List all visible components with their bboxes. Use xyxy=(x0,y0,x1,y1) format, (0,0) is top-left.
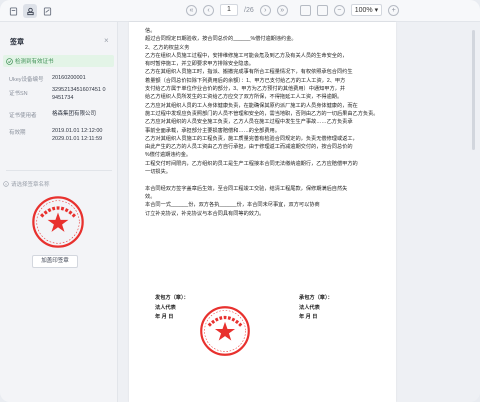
field-value-owner: 格森集团有限公司 xyxy=(52,111,97,117)
seal-sidebar: 签章 × 检测到有效证书 Ukey设备编号 20160200001 证书SN 3… xyxy=(0,22,118,402)
doc-line: 支付给乙方属于单位作业合价的部分，3、甲方为乙方预付的其他费用）中通知甲方，并 xyxy=(145,86,346,93)
vertical-scrollbar[interactable] xyxy=(472,30,475,150)
doc-line: 效。 xyxy=(145,193,156,200)
zoom-out-icon[interactable]: − xyxy=(333,4,345,16)
document-page: 信。 超过合同规定日期验收，按合同总价的______%偿付逾期违约金。 2、乙方… xyxy=(129,22,396,402)
chevron-down-icon: ▾ xyxy=(374,7,379,14)
last-page-icon[interactable]: » xyxy=(276,4,288,16)
sidebar-title: 签章 xyxy=(10,39,24,46)
company-seal-icon[interactable] xyxy=(30,194,86,250)
first-page-icon[interactable]: « xyxy=(186,4,197,16)
app-window: « ‹ 1 /26 › » − 100% ▾ + 签章 × 检测到有效证书 Uk… xyxy=(0,0,480,402)
doc-line: 2、乙方的权益义务 xyxy=(145,44,190,51)
contract-text: 信。 超过合同规定日期验收，按合同总价的______%偿付逾期违约金。 2、乙方… xyxy=(145,27,391,218)
doc-line: 事前全面承载，承担部分主要损害赔偿和……的全部费用。 xyxy=(145,127,280,134)
party-b-signature: 承包方（章）： 法人代表 年 月 日 xyxy=(299,294,333,323)
signature-section-title: 请选择签章名称 xyxy=(3,180,50,188)
field-label-validity: 有效期 xyxy=(9,130,26,136)
document-view-icon[interactable] xyxy=(6,4,20,18)
add-seal-button[interactable]: 加盖印签章 xyxy=(32,255,78,268)
doc-line: 由此产生的乙方的人员工资由乙方自行承担，由于修理返工而减逾期交付的，按合同总价的 xyxy=(145,144,353,151)
seal-panel-icon[interactable] xyxy=(23,4,37,18)
doc-line: 乙方在其组织人员施工时，指派、搬撤完成事有所合工程量情况下，有权依照承包合同约生 xyxy=(145,69,353,76)
party-a-rep: 法人代表 xyxy=(155,304,176,311)
top-toolbar: « ‹ 1 /26 › » − 100% ▾ + xyxy=(0,0,480,22)
doc-line: %偿付逾期违约金。 xyxy=(145,152,192,159)
doc-line xyxy=(145,176,391,184)
zoom-select[interactable]: 100% ▾ xyxy=(350,4,383,16)
doc-line: 有时暂停施工，并立即要求甲方排除安全隐患。 xyxy=(145,61,254,68)
field-label-sn: 证书SN xyxy=(9,91,28,97)
doc-line: 乙方应对其组织人员的工人身体健康负责，在能确保其原约派厂施工的人员身体健康的，而… xyxy=(145,102,358,109)
page-navigation: « ‹ 1 /26 › » − 100% ▾ + xyxy=(186,4,400,16)
zoom-value: 100% xyxy=(354,6,373,14)
doc-line: 工程交付时间限内，乙方组织的员工是生产工程接本合同无法缴纳逾期行，乙方应赔偿甲方… xyxy=(145,160,358,167)
zoom-in-icon[interactable]: + xyxy=(388,4,400,16)
field-label-ukey: Ukey设备编号 xyxy=(9,77,44,83)
doc-line: 着量额（合同总价扣除下列费用后的余额）：1、甲方已支付给乙方的工人工资，2、甲方 xyxy=(145,77,346,84)
party-b-rep: 法人代表 xyxy=(299,304,320,311)
check-circle-icon xyxy=(6,57,13,65)
fit-width-icon[interactable] xyxy=(316,4,328,16)
party-a-label: 发包方（章）： xyxy=(155,295,189,301)
doc-line: 本合同一式______份，双方各执______份，本合同未尽事宜，双方可以协商 xyxy=(145,202,320,209)
doc-line: 给乙方组织人员所发生的工资给乙方应交了双方所保，不得拖延工人工资，不得逾期。 xyxy=(145,94,343,101)
field-value-sn: 3295213451607451 0 9451734 xyxy=(52,87,106,101)
page-total: /26 xyxy=(244,6,254,14)
doc-line: 乙方对其组织人员施工的工程负责，施工质量完善有检验合同规定的，负责无偿修理或返工… xyxy=(145,135,358,142)
doc-line: 乙方应对其组织的人员安全施工负责，乙方人员在施工过程中发生生产事故……乙方负责承 xyxy=(145,119,353,126)
prev-page-icon[interactable]: ‹ xyxy=(203,4,214,16)
close-icon[interactable]: × xyxy=(104,36,109,45)
doc-line: 一切损失。 xyxy=(145,169,171,176)
party-b-date: 年 月 日 xyxy=(299,314,318,320)
doc-line: 信。 xyxy=(145,28,156,34)
field-value-validity: 2019.01.01 12:12:00 2029.01.01 12:11:59 xyxy=(52,128,103,142)
certificate-valid-banner: 检测到有效证书 xyxy=(3,55,114,67)
fit-page-icon[interactable] xyxy=(299,4,311,16)
info-circle-icon xyxy=(3,181,9,187)
field-value-ukey: 20160200001 xyxy=(52,75,86,81)
doc-line: 本合同经双方签字盖章后生效，至合同工程竣工交验，结清工程尾款，保修期满后自然失 xyxy=(145,185,348,192)
page-number-input[interactable]: 1 xyxy=(220,4,238,16)
signature-list-icon[interactable] xyxy=(40,4,54,18)
party-b-label: 承包方（章）： xyxy=(299,295,333,301)
party-a-date: 年 月 日 xyxy=(155,314,174,320)
doc-line: 乙方在组织人员施工过程中，安排维修施工可能会危及到乙方及有关人员的生命安全的， xyxy=(145,52,348,59)
field-label-owner: 证书使用者 xyxy=(9,113,37,119)
party-a-signature: 发包方（章）： 法人代表 年 月 日 xyxy=(155,294,189,323)
next-page-icon[interactable]: › xyxy=(259,4,271,16)
doc-line: 订立补充协议，补充协议与本合同具有同等的效力。 xyxy=(145,210,265,217)
applied-seal-icon[interactable] xyxy=(198,304,252,358)
doc-line: 超过合同规定日期验收，按合同总价的______%偿付逾期违约金。 xyxy=(145,36,297,43)
signature-title-text: 请选择签章名称 xyxy=(11,182,50,188)
valid-text: 检测到有效证书 xyxy=(15,59,54,65)
doc-line: 施工过程中发现应负责照部门的人员不管理和安全的，需当地职，否则由乙方的一切后果由… xyxy=(145,110,379,117)
divider xyxy=(6,170,112,171)
view-mode-group xyxy=(6,4,54,18)
